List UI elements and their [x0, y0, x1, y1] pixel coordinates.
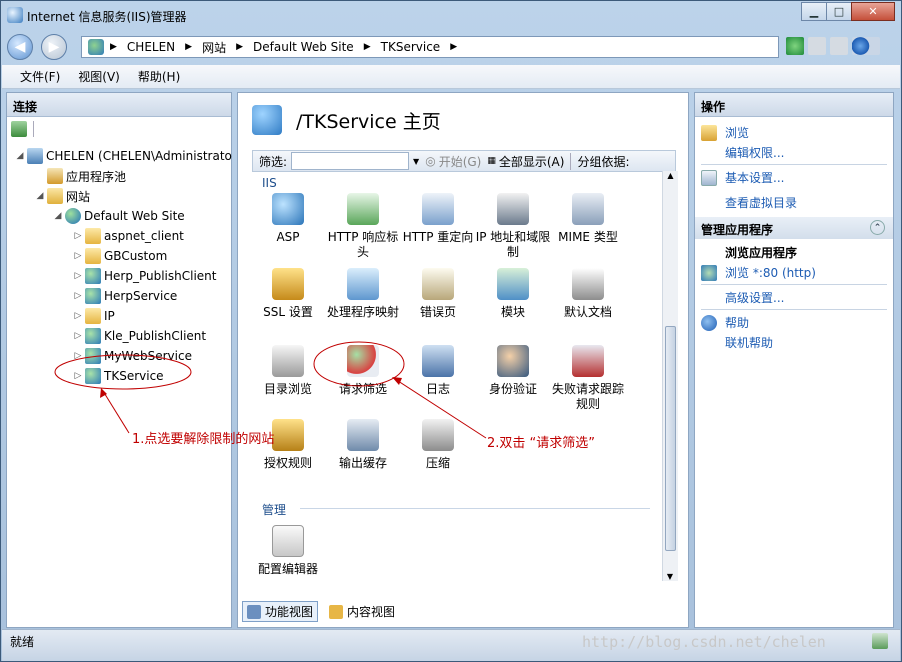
annotation-circle-request-filtering [313, 341, 405, 387]
annotation-step-2: 2.双击 “请求筛选” [487, 436, 596, 451]
annotation-arrowhead-2 [392, 377, 402, 385]
annotation-step-1: 1.点选要解除限制的网站 [132, 432, 275, 447]
annotation-arrow-1 [102, 390, 130, 434]
annotation-circle-tkservice [54, 354, 192, 390]
annotation-overlay [54, 341, 487, 439]
annotation-arrow-2 [394, 378, 487, 439]
iis-manager-window: Internet 信息服务(IIS)管理器 ▁ □ ✕ ◀ ▶ ▶ CHELEN… [0, 0, 902, 662]
